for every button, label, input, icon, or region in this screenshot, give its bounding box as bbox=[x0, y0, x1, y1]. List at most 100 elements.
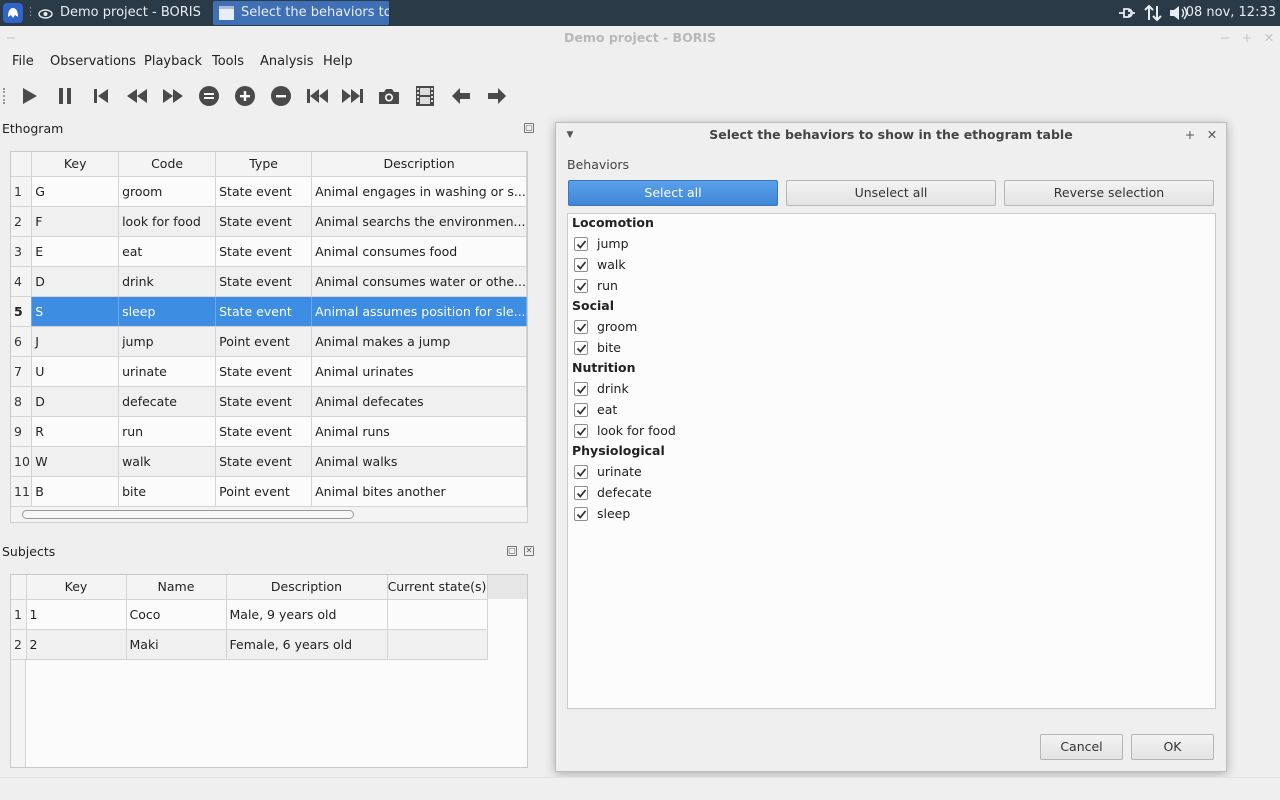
horizontal-scrollbar[interactable] bbox=[10, 507, 528, 523]
network-icon[interactable] bbox=[1143, 0, 1163, 26]
menu-analysis[interactable]: Analysis bbox=[260, 54, 314, 69]
clock[interactable]: 08 nov, 12:33 bbox=[1186, 0, 1276, 26]
behavior-checkbox[interactable] bbox=[574, 424, 588, 438]
cell-type[interactable]: State event bbox=[215, 356, 313, 387]
scrollbar-thumb[interactable] bbox=[22, 510, 354, 519]
cell-key[interactable]: S bbox=[31, 296, 120, 327]
close-icon[interactable]: ✕ bbox=[1204, 123, 1220, 147]
behavior-checkbox[interactable] bbox=[574, 341, 588, 355]
behavior-label[interactable]: run bbox=[597, 278, 618, 293]
menu-file[interactable]: File bbox=[12, 54, 34, 69]
cell-code[interactable]: run bbox=[118, 416, 217, 447]
cell-name[interactable]: Coco bbox=[126, 599, 227, 630]
cell-key[interactable]: G bbox=[31, 176, 120, 207]
unselect-all-button[interactable]: Unselect all bbox=[786, 180, 996, 206]
behavior-label[interactable]: drink bbox=[597, 381, 629, 396]
cell-description[interactable]: Animal walks bbox=[311, 446, 527, 477]
minimize-icon[interactable]: − bbox=[1216, 26, 1234, 50]
table-row[interactable]: 11 Bbite Point event Animal bites another bbox=[11, 476, 527, 507]
table-row[interactable]: 1 Ggroom State event Animal engages in wash… bbox=[11, 176, 527, 207]
table-row[interactable]: 7 Uurinate State event Animal urinates bbox=[11, 356, 527, 387]
cell-description[interactable]: Animal bites another bbox=[311, 476, 527, 507]
float-dock-icon[interactable]: ▢ bbox=[507, 546, 517, 556]
column-header-key[interactable]: Key bbox=[31, 152, 120, 177]
table-row[interactable]: 3 Eeat State event Animal consumes food bbox=[11, 236, 527, 267]
table-row[interactable]: 9 Rrun State event Animal runs bbox=[11, 416, 527, 447]
table-row[interactable]: 8 Ddefecate State event Animal defecates bbox=[11, 386, 527, 417]
ethogram-table[interactable]: Key Code Type Description 1 Ggroom State e… bbox=[10, 151, 528, 508]
cell-key[interactable]: E bbox=[31, 236, 120, 267]
row-number[interactable]: 2 bbox=[11, 629, 27, 660]
behavior-checkbox[interactable] bbox=[574, 403, 588, 417]
column-header-description[interactable]: Description bbox=[311, 152, 527, 177]
cell-description[interactable]: Animal defecates bbox=[311, 386, 527, 417]
cell-description[interactable]: Animal runs bbox=[311, 416, 527, 447]
equal-icon[interactable] bbox=[197, 84, 221, 108]
column-header-code[interactable]: Code bbox=[118, 152, 217, 177]
corner-header[interactable] bbox=[11, 152, 33, 177]
cell-type[interactable]: Point event bbox=[215, 476, 313, 507]
cell-key[interactable]: R bbox=[31, 416, 120, 447]
cell-current-state[interactable] bbox=[387, 599, 488, 630]
column-header-description[interactable]: Description bbox=[226, 575, 388, 600]
behavior-label[interactable]: sleep bbox=[597, 506, 630, 521]
power-plug-icon[interactable] bbox=[1116, 0, 1138, 26]
maximize-icon[interactable]: + bbox=[1182, 123, 1198, 147]
table-row[interactable]: 10 Wwalk State event Animal walks bbox=[11, 446, 527, 477]
row-number[interactable]: 10 bbox=[11, 446, 33, 477]
reverse-selection-button[interactable]: Reverse selection bbox=[1004, 180, 1214, 206]
cell-description[interactable]: Animal searchs the environmen... bbox=[311, 206, 527, 237]
cell-current-state[interactable] bbox=[387, 629, 488, 660]
behavior-checkbox[interactable] bbox=[574, 258, 588, 272]
cell-type[interactable]: State event bbox=[215, 416, 313, 447]
maximize-icon[interactable]: + bbox=[1238, 26, 1256, 50]
cell-type[interactable]: State event bbox=[215, 296, 313, 327]
cell-type[interactable]: State event bbox=[215, 386, 313, 417]
behavior-label[interactable]: urinate bbox=[597, 464, 642, 479]
row-number[interactable]: 7 bbox=[11, 356, 33, 387]
taskbar-task-dialog[interactable]: Select the behaviors to s... bbox=[213, 1, 389, 25]
cell-key[interactable]: 2 bbox=[26, 629, 127, 660]
window-menu-icon[interactable]: − bbox=[2, 26, 20, 50]
cancel-button[interactable]: Cancel bbox=[1040, 734, 1123, 760]
cell-description[interactable]: Animal assumes position for sle... bbox=[311, 296, 527, 327]
row-number[interactable]: 3 bbox=[11, 236, 33, 267]
jump-forward-icon[interactable] bbox=[341, 84, 365, 108]
row-number[interactable]: 6 bbox=[11, 326, 33, 357]
behavior-label[interactable]: bite bbox=[597, 340, 621, 355]
behavior-label[interactable]: groom bbox=[597, 319, 637, 334]
select-all-button[interactable]: Select all bbox=[568, 180, 778, 206]
behavior-label[interactable]: defecate bbox=[597, 485, 652, 500]
behavior-checkbox[interactable] bbox=[574, 507, 588, 521]
cell-type[interactable]: State event bbox=[215, 266, 313, 297]
row-number[interactable]: 8 bbox=[11, 386, 33, 417]
plus-icon[interactable] bbox=[233, 84, 257, 108]
column-header-type[interactable]: Type bbox=[215, 152, 313, 177]
cell-description[interactable]: Animal consumes food bbox=[311, 236, 527, 267]
cell-code[interactable]: look for food bbox=[118, 206, 217, 237]
cell-code[interactable]: urinate bbox=[118, 356, 217, 387]
corner-header[interactable] bbox=[11, 575, 27, 600]
behavior-checkbox[interactable] bbox=[574, 279, 588, 293]
row-number[interactable]: 4 bbox=[11, 266, 33, 297]
behavior-label[interactable]: jump bbox=[597, 236, 629, 251]
row-number[interactable]: 1 bbox=[11, 176, 33, 207]
camera-icon[interactable] bbox=[377, 84, 401, 108]
behavior-checkbox[interactable] bbox=[574, 237, 588, 251]
play-icon[interactable] bbox=[17, 84, 41, 108]
cell-code[interactable]: walk bbox=[118, 446, 217, 477]
menu-tools[interactable]: Tools bbox=[212, 54, 244, 69]
cell-code[interactable]: bite bbox=[118, 476, 217, 507]
cell-description[interactable]: Animal consumes water or othe... bbox=[311, 266, 527, 297]
table-row[interactable]: 2 2 Maki Female, 6 years old bbox=[11, 629, 488, 660]
row-number[interactable]: 1 bbox=[11, 599, 27, 630]
cell-description[interactable]: Animal makes a jump bbox=[311, 326, 527, 357]
cell-description[interactable]: Female, 6 years old bbox=[226, 629, 388, 660]
cell-key[interactable]: D bbox=[31, 266, 120, 297]
subjects-table[interactable]: Key Name Description Current state(s) 11… bbox=[10, 574, 528, 768]
cell-name[interactable]: Maki bbox=[126, 629, 227, 660]
column-header-current-state[interactable]: Current state(s) bbox=[387, 575, 488, 600]
behavior-label[interactable]: walk bbox=[597, 257, 626, 272]
behavior-label[interactable]: look for food bbox=[597, 423, 676, 438]
table-row[interactable]: 4 Ddrink State event Animal consumes water … bbox=[11, 266, 527, 297]
